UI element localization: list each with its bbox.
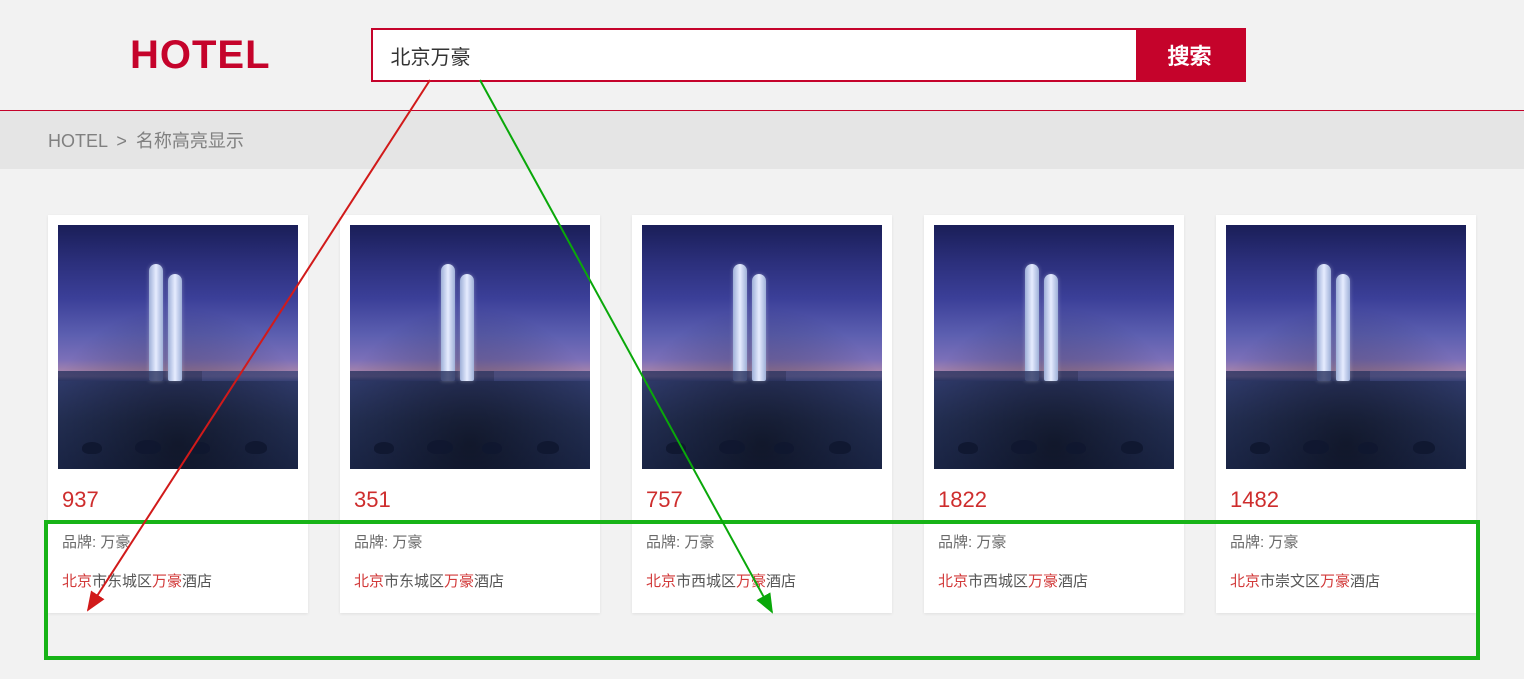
hotel-price: 757 xyxy=(646,487,878,513)
breadcrumb-current: 名称高亮显示 xyxy=(136,131,244,151)
site-logo: HOTEL xyxy=(130,33,271,78)
result-card[interactable]: 937 品牌: 万豪北京市东城区万豪酒店 xyxy=(48,215,308,613)
hotel-image xyxy=(48,215,308,479)
result-card[interactable]: 1822 品牌: 万豪北京市西城区万豪酒店 xyxy=(924,215,1184,613)
hotel-name: 北京市东城区万豪酒店 xyxy=(62,570,294,591)
hotel-name: 北京市西城区万豪酒店 xyxy=(646,570,878,591)
hotel-price: 351 xyxy=(354,487,586,513)
hotel-name: 北京市崇文区万豪酒店 xyxy=(1230,570,1462,591)
breadcrumb-separator: > xyxy=(116,131,127,151)
hotel-name: 北京市东城区万豪酒店 xyxy=(354,570,586,591)
breadcrumb-root[interactable]: HOTEL xyxy=(48,131,107,151)
result-card[interactable]: 757 品牌: 万豪北京市西城区万豪酒店 xyxy=(632,215,892,613)
hotel-brand: 品牌: 万豪 xyxy=(646,531,878,552)
result-card[interactable]: 1482 品牌: 万豪北京市崇文区万豪酒店 xyxy=(1216,215,1476,613)
hotel-image xyxy=(340,215,600,479)
header: HOTEL 搜索 xyxy=(0,0,1524,110)
hotel-price: 1482 xyxy=(1230,487,1462,513)
hotel-name: 北京市西城区万豪酒店 xyxy=(938,570,1170,591)
hotel-image xyxy=(632,215,892,479)
hotel-brand: 品牌: 万豪 xyxy=(938,531,1170,552)
hotel-image xyxy=(924,215,1184,479)
hotel-price: 937 xyxy=(62,487,294,513)
hotel-brand: 品牌: 万豪 xyxy=(62,531,294,552)
results-row: 937品牌: 万豪北京市东城区万豪酒店351品牌: 万豪北京市东城区万豪酒店75… xyxy=(0,215,1524,613)
hotel-image xyxy=(1216,215,1476,479)
spacer xyxy=(0,169,1524,215)
search-input[interactable] xyxy=(373,30,1136,80)
hotel-price: 1822 xyxy=(938,487,1170,513)
search-bar: 搜索 xyxy=(371,28,1246,82)
hotel-brand: 品牌: 万豪 xyxy=(354,531,586,552)
hotel-brand: 品牌: 万豪 xyxy=(1230,531,1462,552)
result-card[interactable]: 351 品牌: 万豪北京市东城区万豪酒店 xyxy=(340,215,600,613)
search-button[interactable]: 搜索 xyxy=(1136,30,1244,80)
breadcrumb: HOTEL > 名称高亮显示 xyxy=(0,111,1524,169)
